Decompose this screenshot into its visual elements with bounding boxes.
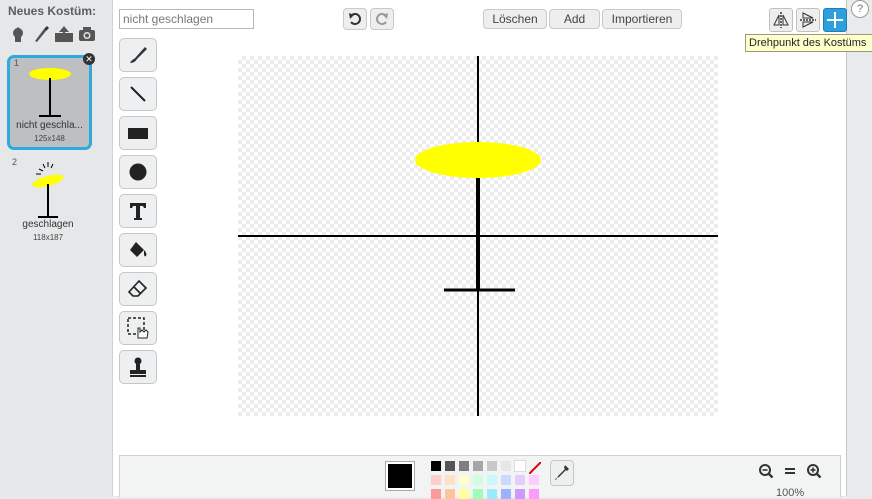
ellipse-tool-button[interactable]	[119, 155, 157, 189]
flip-horizontal-icon	[773, 12, 789, 28]
palette-color-swatch[interactable]	[515, 475, 525, 485]
palette-color-swatch[interactable]	[473, 489, 483, 499]
text-tool-button[interactable]	[119, 194, 157, 228]
costume-name: nicht geschla...	[16, 120, 83, 131]
select-hand-icon	[127, 317, 149, 339]
palette-color-swatch[interactable]	[431, 489, 441, 499]
palette-color-swatch[interactable]	[515, 489, 525, 499]
palette-color-swatch[interactable]	[514, 460, 526, 472]
eyedropper-icon	[555, 465, 569, 480]
brush-tool-button[interactable]	[119, 38, 157, 72]
brush-icon	[130, 47, 147, 63]
zoom-in-button[interactable]	[804, 462, 824, 480]
stamp-tool-button[interactable]	[119, 350, 157, 384]
camera-costume-icon[interactable]	[77, 24, 97, 44]
costume-thumbnail	[29, 68, 71, 117]
costume-thumbnail	[32, 162, 64, 218]
delete-costume-icon[interactable]: ✕	[83, 53, 95, 65]
right-scroll-edge	[846, 0, 872, 496]
palette-color-swatch[interactable]	[501, 461, 511, 471]
palette-color-swatch[interactable]	[529, 489, 539, 499]
stamp-icon	[130, 357, 146, 377]
zoom-level: 100%	[776, 487, 805, 499]
paint-toolbar	[119, 38, 157, 389]
palette-color-swatch[interactable]	[459, 461, 469, 471]
palette-color-swatch[interactable]	[487, 489, 497, 499]
costume-center-tooltip: Drehpunkt des Kostüms	[745, 34, 872, 52]
library-costume-icon[interactable]	[8, 24, 28, 44]
palette-color-swatch[interactable]	[431, 475, 441, 485]
new-costume-icons	[8, 24, 97, 44]
eraser-tool-button[interactable]	[119, 272, 157, 306]
palette-color-swatch[interactable]	[445, 461, 455, 471]
new-costume-title: Neues Kostüm:	[8, 4, 97, 18]
palette-color-swatch[interactable]	[529, 475, 539, 485]
import-button[interactable]: Importieren	[602, 9, 682, 29]
palette-color-swatch[interactable]	[501, 489, 511, 499]
line-icon	[130, 86, 146, 102]
yellow-ellipse-shape	[415, 142, 541, 178]
flip-horizontal-button[interactable]	[769, 8, 793, 32]
costume-size: 118x187	[32, 233, 64, 242]
equals-icon	[785, 468, 795, 474]
costume-drawing	[238, 56, 718, 416]
palette-color-swatch[interactable]	[431, 461, 441, 471]
ellipse-icon	[129, 163, 147, 181]
palette-color-swatch[interactable]	[487, 475, 497, 485]
drawing-canvas[interactable]	[238, 56, 718, 416]
undo-button[interactable]	[343, 8, 367, 30]
selected-color-swatch[interactable]	[385, 461, 415, 491]
text-icon	[130, 203, 146, 220]
flip-vertical-button[interactable]	[796, 8, 820, 32]
flip-vertical-icon	[800, 12, 816, 28]
zoom-in-icon	[807, 464, 822, 479]
costume-size: 125x148	[34, 134, 65, 143]
paint-bucket-icon	[130, 242, 147, 257]
zoom-out-icon	[759, 464, 774, 479]
add-button[interactable]: Add	[549, 9, 600, 29]
palette-color-swatch[interactable]	[445, 489, 455, 499]
zoom-reset-button[interactable]	[780, 462, 800, 480]
undo-icon	[349, 13, 361, 25]
costume-item-2[interactable]: 2 geschlagen 118x187	[8, 157, 88, 249]
costume-item-1[interactable]: 1 nicht geschla... 125x148 ✕	[7, 53, 95, 150]
costume-name-input[interactable]	[119, 9, 254, 29]
costume-panel: Neues Kostüm: 1 nicht geschla... 125x148…	[0, 0, 113, 496]
fill-tool-button[interactable]	[119, 233, 157, 267]
line-tool-button[interactable]	[119, 77, 157, 111]
palette-color-swatch[interactable]	[487, 461, 497, 471]
zoom-out-button[interactable]	[756, 462, 776, 480]
palette-color-swatch[interactable]	[459, 489, 469, 499]
palette-color-swatch[interactable]	[473, 475, 483, 485]
redo-icon	[376, 13, 388, 25]
redo-button[interactable]	[370, 8, 394, 30]
palette-color-swatch[interactable]	[501, 475, 511, 485]
crosshair-icon	[827, 12, 843, 28]
help-icon[interactable]: ?	[851, 0, 869, 18]
eyedropper-button[interactable]	[550, 460, 574, 486]
rectangle-icon	[128, 128, 148, 139]
paint-new-costume-icon[interactable]	[31, 24, 51, 44]
select-tool-button[interactable]	[119, 311, 157, 345]
eraser-icon	[127, 279, 148, 297]
costume-name: geschlagen	[22, 219, 74, 230]
upload-costume-icon[interactable]	[54, 24, 74, 44]
set-costume-center-button[interactable]	[823, 8, 847, 32]
rectangle-tool-button[interactable]	[119, 116, 157, 150]
palette-color-swatch[interactable]	[473, 461, 483, 471]
clear-button[interactable]: Löschen	[483, 9, 547, 29]
palette-color-swatch[interactable]	[459, 475, 469, 485]
palette-color-swatch[interactable]	[445, 475, 455, 485]
no-color-swatch[interactable]	[528, 461, 542, 475]
